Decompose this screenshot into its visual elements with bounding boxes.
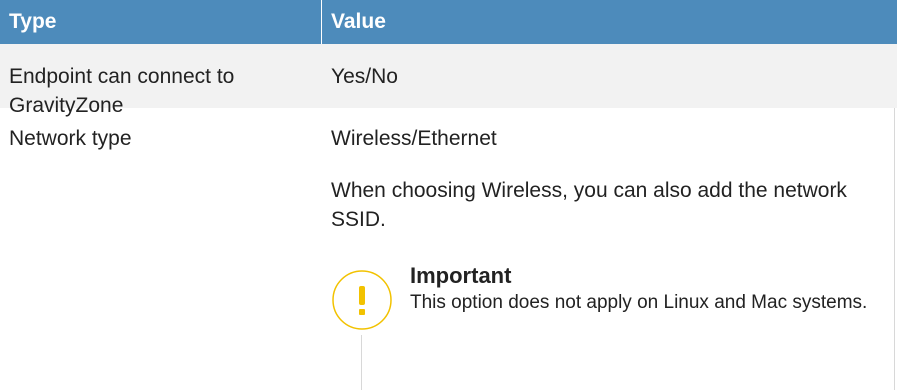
row-type-label: Endpoint can connect to GravityZone <box>9 65 235 117</box>
row-type-label: Network type <box>9 127 132 150</box>
settings-table: Type Value Endpoint can connect to Gravi… <box>0 0 897 390</box>
exclamation-icon <box>332 270 392 330</box>
row-value: Wireless/Ethernet <box>331 127 497 150</box>
header-separator <box>321 0 322 44</box>
row-value: Yes/No <box>331 65 398 88</box>
note-text: This option does not apply on Linux and … <box>410 292 868 313</box>
table-row: Endpoint can connect to GravityZone Yes/… <box>0 44 897 117</box>
header-type: Type <box>9 10 57 33</box>
table-header: Type Value <box>0 0 897 44</box>
header-value: Value <box>331 10 386 33</box>
note-divider <box>361 335 362 390</box>
table-right-border <box>894 108 895 390</box>
note-title: Important <box>410 263 512 288</box>
row-value-extra: When choosing Wireless, you can also add… <box>331 179 847 231</box>
